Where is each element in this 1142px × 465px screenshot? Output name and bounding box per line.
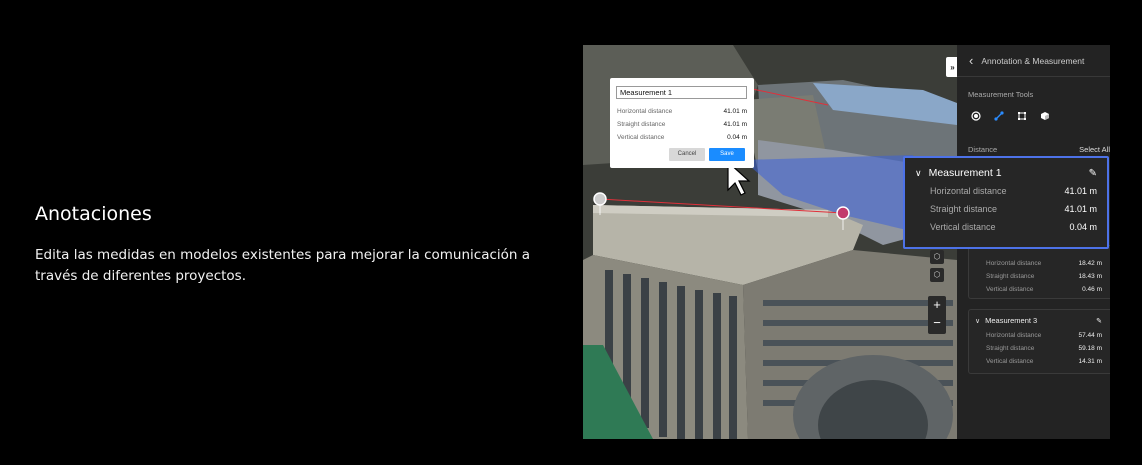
measurement-row-value: 57.44 m [1078, 332, 1103, 339]
save-button[interactable]: Save [709, 148, 745, 161]
panel-header: ‹ Annotation & Measurement [957, 45, 1110, 77]
dialog-row: Straight distance 41.01 m [617, 121, 747, 128]
edit-pencil-icon[interactable]: ✎ [1096, 317, 1102, 325]
intro-section: Anotaciones Edita las medidas en modelos… [35, 203, 535, 287]
measurement-row-label: Horizontal distance [986, 260, 1042, 267]
measurement-row-value: 41.01 m [1064, 204, 1097, 214]
measurement-row-value: 41.01 m [1064, 186, 1097, 196]
measurement-row-value: 18.42 m [1078, 260, 1103, 267]
measurement-row-label: Horizontal distance [930, 186, 1007, 196]
measurement-row: Vertical distance 0.46 m [969, 283, 1110, 296]
measurement-card-2[interactable]: Horizontal distance 18.42 m Straight dis… [968, 245, 1110, 299]
measurement-row: Straight distance 59.18 m [969, 342, 1110, 355]
measurement-row-value: 59.18 m [1078, 345, 1103, 352]
measurement-row-label: Vertical distance [986, 358, 1034, 365]
measurement-row-value: 0.04 m [1069, 222, 1097, 232]
chevron-down-icon[interactable]: ∨ [915, 168, 922, 179]
panel-title: Annotation & Measurement [981, 55, 1085, 66]
measurement-row-value: 0.46 m [1082, 286, 1102, 293]
zoom-out-button[interactable]: − [928, 314, 946, 332]
measurement-card-3[interactable]: ∨ Measurement 3 ✎ Horizontal distance 57… [968, 309, 1110, 374]
volume-icon[interactable] [1038, 109, 1052, 123]
distance-label: Distance [968, 145, 998, 154]
measurement-edit-dialog: Measurement 1 Horizontal distance 41.01 … [610, 78, 754, 168]
dialog-row-label: Vertical distance [617, 134, 665, 141]
section-heading: Anotaciones [35, 203, 152, 225]
measurement-name: Measurement 3 [985, 316, 1038, 325]
measurement-row: Horizontal distance 41.01 m [905, 182, 1107, 200]
area-icon[interactable] [1015, 109, 1029, 123]
zoom-in-button[interactable]: + [928, 296, 946, 314]
measurement-name-input[interactable]: Measurement 1 [616, 86, 747, 99]
measurement-row: Vertical distance 14.31 m [969, 355, 1110, 368]
dialog-row-value: 41.01 m [723, 121, 748, 128]
section-description: Edita las medidas en modelos existentes … [35, 247, 531, 284]
measurement-row-value: 18.43 m [1078, 273, 1103, 280]
measurement-row: Straight distance 41.01 m [905, 200, 1107, 218]
measurement-card-1-highlighted[interactable]: ∨ Measurement 1 ✎ Horizontal distance 41… [903, 156, 1109, 249]
view-cube-icon[interactable]: ⬡ [930, 250, 944, 264]
dialog-row: Horizontal distance 41.01 m [617, 108, 747, 115]
back-arrow-icon[interactable]: ‹ [969, 53, 973, 68]
edit-pencil-icon[interactable]: ✎ [1089, 168, 1097, 179]
measurement-tools [969, 109, 1052, 123]
select-all-link[interactable]: Select All [1079, 145, 1110, 154]
measurement-row-label: Straight distance [986, 345, 1035, 352]
view-layer-icon[interactable]: ⬡ [930, 268, 944, 282]
measurement-row-label: Vertical distance [930, 222, 996, 232]
measurement-row-label: Straight distance [986, 273, 1035, 280]
cancel-button[interactable]: Cancel [669, 148, 705, 161]
measurement-row-value: 14.31 m [1078, 358, 1103, 365]
app-screenshot: Measurement 1 Horizontal distance 41.01 … [583, 45, 1110, 439]
dialog-row-label: Straight distance [617, 121, 666, 128]
measurement-row: Vertical distance 0.04 m [905, 218, 1107, 236]
measurement-name: Measurement 1 [928, 167, 1002, 179]
dialog-row: Vertical distance 0.04 m [617, 134, 747, 141]
dialog-row-label: Horizontal distance [617, 108, 673, 115]
3d-model-viewport[interactable]: Measurement 1 Horizontal distance 41.01 … [583, 45, 957, 439]
measurement-card-header: ∨ Measurement 3 ✎ [969, 310, 1110, 329]
tools-label: Measurement Tools [968, 90, 1034, 99]
chevron-down-icon[interactable]: ∨ [975, 317, 980, 325]
dialog-row-value: 41.01 m [723, 108, 748, 115]
measurement-row-label: Vertical distance [986, 286, 1034, 293]
line-icon[interactable] [992, 109, 1006, 123]
measurement-row: Horizontal distance 57.44 m [969, 329, 1110, 342]
zoom-controls: + − [928, 296, 946, 334]
point-icon[interactable] [969, 109, 983, 123]
measurement-row-label: Horizontal distance [986, 332, 1042, 339]
measurement-card-header: ∨ Measurement 1 ✎ [905, 158, 1107, 182]
measurement-row: Horizontal distance 18.42 m [969, 257, 1110, 270]
measurement-row: Straight distance 18.43 m [969, 270, 1110, 283]
dialog-row-value: 0.04 m [727, 134, 747, 141]
measurement-row-label: Straight distance [930, 204, 998, 214]
